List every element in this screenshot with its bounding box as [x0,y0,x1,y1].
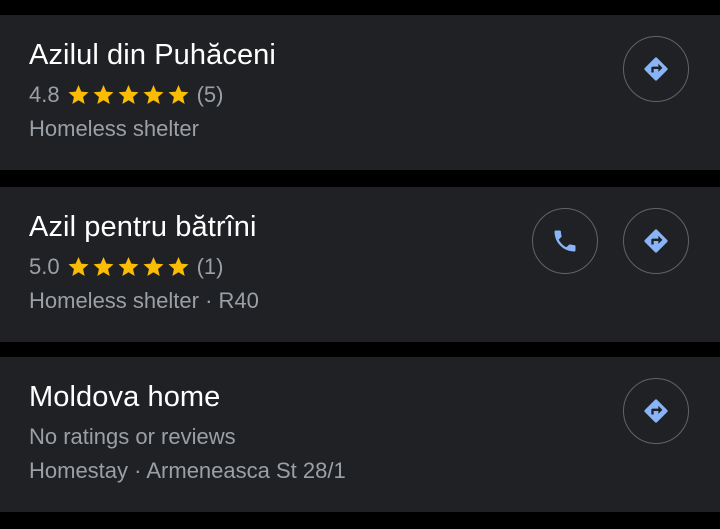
star-rating [66,83,191,107]
star-icon [116,83,141,107]
rating-value: 5.0 [29,254,60,279]
result-card[interactable]: Azil pentru bătrîni 5.0 (1) Homeless she… [0,187,720,342]
rating-row: 4.8 (5) [29,82,223,108]
directions-button[interactable] [623,36,689,102]
directions-icon [642,55,670,83]
result-card[interactable]: Moldova home No ratings or reviews Homes… [0,357,720,512]
review-count[interactable]: (1) [197,254,224,280]
directions-icon [642,227,670,255]
directions-button[interactable] [623,378,689,444]
review-count[interactable]: (5) [197,82,224,108]
category-line: Homestay · Armeneasca St 28/1 [29,458,346,483]
star-icon [116,255,141,279]
star-icon [91,255,116,279]
rating-value: 4.8 [29,82,60,107]
star-rating [66,255,191,279]
star-icon [91,83,116,107]
result-card[interactable]: Azilul din Puhăceni 4.8 (5) Homeless she… [0,15,720,170]
place-name[interactable]: Azilul din Puhăceni [29,39,276,72]
star-icon [141,255,166,279]
star-icon [166,83,191,107]
star-icon [141,83,166,107]
category-line: Homeless shelter [29,116,199,141]
star-icon [166,255,191,279]
place-name[interactable]: Azil pentru bătrîni [29,211,257,244]
phone-icon [551,227,579,255]
rating-row: 5.0 (1) [29,254,223,280]
place-name[interactable]: Moldova home [29,381,220,414]
call-button[interactable] [532,208,598,274]
directions-icon [642,397,670,425]
category-line: Homeless shelter · R40 [29,288,259,313]
directions-button[interactable] [623,208,689,274]
star-icon [66,255,91,279]
no-ratings-text: No ratings or reviews [29,424,236,449]
star-icon [66,83,91,107]
